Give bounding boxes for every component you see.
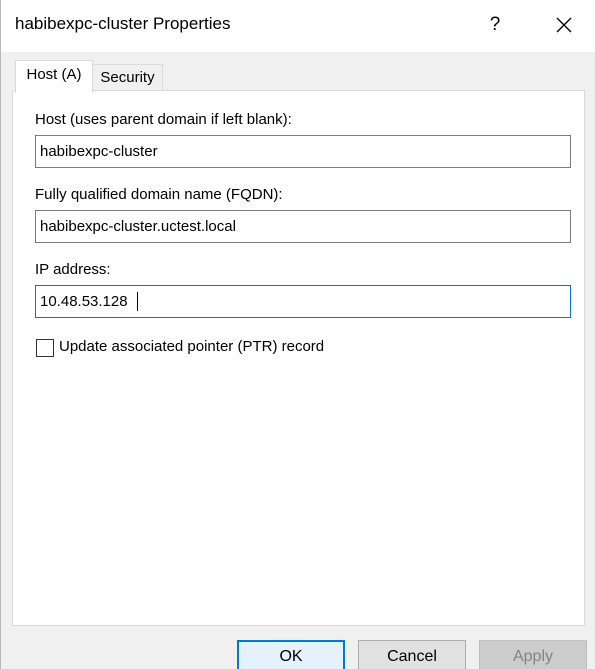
tab-host-a[interactable]: Host (A) <box>15 60 93 93</box>
help-button[interactable]: ? <box>480 10 510 40</box>
fqdn-label: Fully qualified domain name (FQDN): <box>35 186 283 203</box>
ip-address-label: IP address: <box>35 261 111 278</box>
properties-dialog: habibexpc-cluster Properties ? Host (A) … <box>0 0 595 669</box>
ptr-checkbox[interactable] <box>36 339 54 357</box>
dialog-body: Host (A) Security Host (uses parent doma… <box>1 52 595 669</box>
title-bar[interactable]: habibexpc-cluster Properties ? <box>1 0 595 52</box>
tab-security[interactable]: Security <box>92 64 163 92</box>
cancel-button[interactable]: Cancel <box>358 640 466 669</box>
host-label: Host (uses parent domain if left blank): <box>35 111 292 128</box>
host-input[interactable] <box>35 135 571 168</box>
ok-button[interactable]: OK <box>237 640 345 669</box>
ptr-checkbox-label[interactable]: Update associated pointer (PTR) record <box>59 338 324 355</box>
window-title: habibexpc-cluster Properties <box>15 14 231 33</box>
text-caret <box>137 292 138 311</box>
tab-panel-host: Host (uses parent domain if left blank):… <box>12 90 585 626</box>
close-button[interactable] <box>549 10 579 40</box>
apply-button[interactable]: Apply <box>479 640 587 669</box>
ip-address-input[interactable] <box>35 285 571 318</box>
close-icon <box>556 17 572 33</box>
fqdn-input[interactable] <box>35 210 571 243</box>
